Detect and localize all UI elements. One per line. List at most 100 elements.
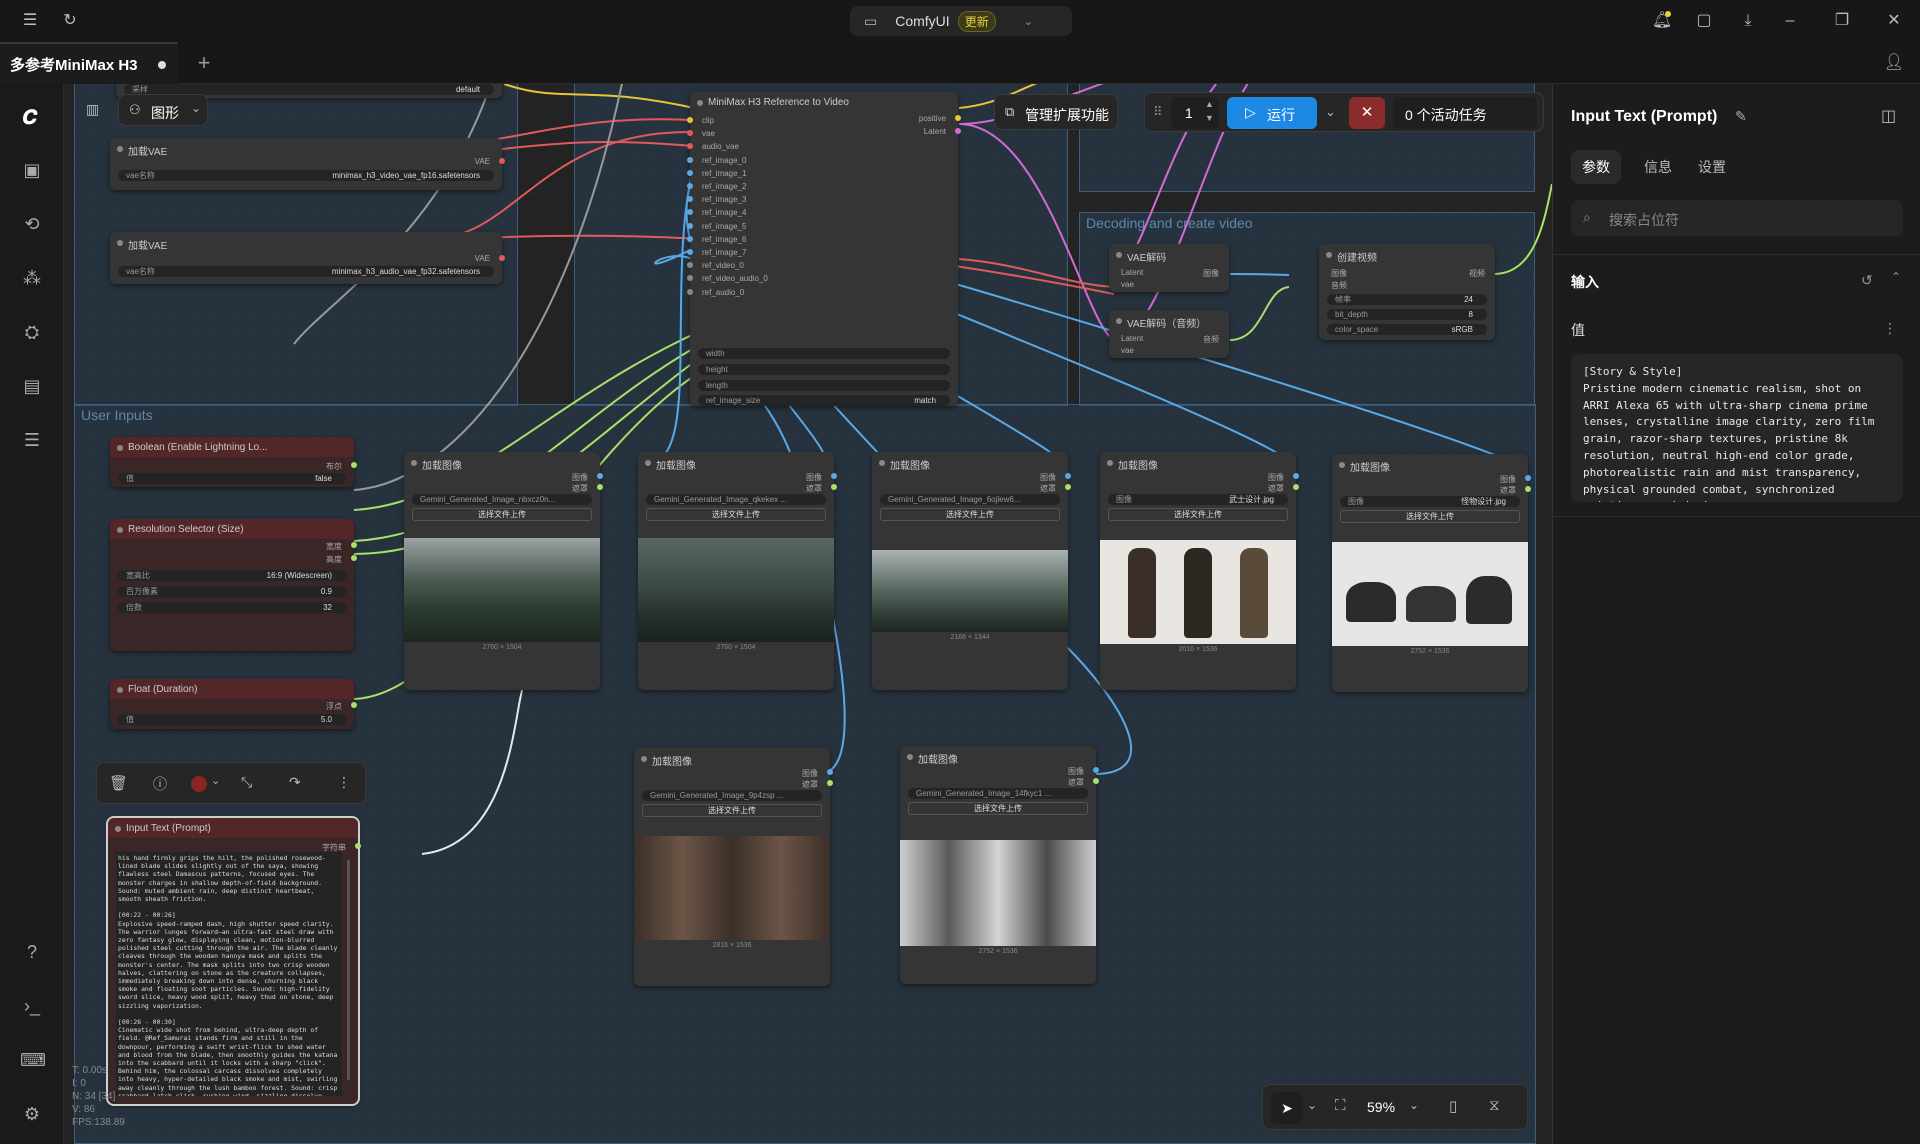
prompt-value-textarea[interactable]: [Story & Style] Pristine modern cinemati… [1571,354,1903,502]
collapse-icon[interactable]: ⤡ [241,774,252,791]
upload-button[interactable]: 选择文件上传 [412,508,592,521]
output-socket[interactable] [1093,767,1099,773]
toggle-panel-icon[interactable]: ◫ [1881,106,1896,126]
active-tasks-button[interactable]: 0 个活动任务 [1393,97,1537,129]
output-socket[interactable] [831,484,837,490]
output-socket[interactable] [827,769,833,775]
hide-links-icon[interactable]: ⧖ [1489,1097,1500,1114]
settings-gear-icon[interactable]: ⚙ [20,1102,44,1126]
more-icon[interactable]: ⋮ [337,774,351,791]
input-socket-ref-image-7[interactable] [687,249,693,255]
image-file-widget[interactable]: Gemini_Generated_Image_nbxcz0n... [412,494,592,505]
batch-count-input[interactable]: 1 ▲ ▼ [1171,97,1219,129]
run-options-chevron-icon[interactable]: ⌄ [1325,104,1336,120]
bit-depth-widget[interactable]: bit_depth 8 [1327,309,1487,320]
image-gallery-icon[interactable]: ▣ [20,158,44,182]
image-file-widget[interactable]: Gemini_Generated_Image_9p4zsp ... [642,790,822,801]
download-icon[interactable]: ⤓ [1736,9,1760,33]
ref-image-size-widget[interactable]: ref_image_size match [698,395,950,406]
input-socket-clip[interactable] [687,117,693,123]
duration-widget[interactable]: 值 5.0 [118,714,346,725]
close-window-icon[interactable]: ✕ [1882,9,1906,33]
output-socket[interactable] [355,843,361,849]
restore-icon[interactable]: ❐ [1830,9,1854,33]
fit-view-icon[interactable]: ⛶ [1335,1097,1346,1114]
upload-button[interactable]: 选择文件上传 [908,802,1088,815]
layout-icon[interactable]: ▥ [86,101,99,118]
panel-toggle[interactable]: ▥ [76,94,110,126]
workspace-selector[interactable]: ▭ ComfyUI 更新 ⌄ [850,6,1072,36]
queue-icon[interactable]: ☰ [20,428,44,452]
workflows-icon[interactable]: ⛭ [20,320,44,344]
info-icon[interactable]: ⓘ [153,774,167,794]
comfy-logo-icon[interactable]: 𝑪 [18,106,42,130]
output-socket[interactable] [351,542,357,548]
output-socket[interactable] [597,484,603,490]
boolean-value-toggle[interactable]: 值 false [118,473,346,484]
input-socket-ref-video-0[interactable] [687,262,693,269]
upload-button[interactable]: 选择文件上传 [646,508,826,521]
output-socket[interactable] [1065,473,1071,479]
reset-icon[interactable]: ↺ [1861,272,1873,289]
help-icon[interactable]: ? [20,940,44,964]
templates-icon[interactable]: ▤ [20,374,44,398]
node-load-image-1[interactable]: 加载图像 图像 遮罩 Gemini_Generated_Image_nbxcz0… [404,452,603,690]
trash-icon[interactable]: 🗑︎ [109,774,128,792]
node-load-image-7[interactable]: 加载图像 图像 遮罩 Gemini_Generated_Image_14fkyc… [900,746,1099,984]
prompt-textarea[interactable]: his hand firmly grips the hilt, the poli… [116,852,342,1096]
image-file-widget[interactable]: Gemini_Generated_Image_qkekex ... [646,494,826,505]
node-canvas[interactable]: Decoding and create video User Inputs 采样… [64,84,1552,1144]
image-file-widget[interactable]: Gemini_Generated_Image_14fkyc1 ... [908,788,1088,799]
chevron-down-icon[interactable]: ⌄ [211,774,220,787]
upload-button[interactable]: 选择文件上传 [1340,510,1520,523]
node-input-text-prompt[interactable]: Input Text (Prompt) 字符串 his hand firmly … [106,816,361,1106]
menu-icon[interactable]: ☰ [18,9,42,33]
user-icon[interactable]: 👤︎ [1882,51,1906,75]
output-socket[interactable] [1065,484,1071,490]
manage-extensions-button[interactable]: ⧉ 管理扩展功能 [994,94,1118,130]
reload-icon[interactable]: ↻ [58,9,82,33]
chat-icon[interactable]: ▢ [1692,9,1716,33]
output-socket[interactable] [1293,473,1299,479]
new-tab-icon[interactable]: + [192,51,216,75]
height-widget[interactable]: height [698,364,950,375]
node-boolean[interactable]: Boolean (Enable Lightning Lo... 布尔 值 fals… [110,437,357,487]
node-vae-decode-audio[interactable]: VAE解码（音频） Latent vae 音频 [1109,310,1229,358]
output-socket[interactable] [597,473,603,479]
input-socket-ref-image-3[interactable] [687,196,693,203]
width-widget[interactable]: width [698,348,950,359]
node-load-image-6[interactable]: 加载图像 图像 遮罩 Gemini_Generated_Image_9p4zsp… [634,748,833,986]
length-widget[interactable]: length [698,380,950,391]
more-vertical-icon[interactable]: ⋮ [1883,320,1897,337]
chevron-up-icon[interactable]: ⌃ [1891,270,1901,284]
input-socket-audio-vae[interactable] [687,143,693,150]
output-socket[interactable] [351,702,357,708]
output-socket[interactable] [1293,484,1299,490]
color-picker-icon[interactable] [191,776,207,792]
update-badge[interactable]: 更新 [957,10,996,32]
output-socket[interactable] [955,128,961,134]
node-load-image-4[interactable]: 加载图像 图像 遮罩 图像 武士设计.jpg 选择文件上传 2016 × 1536 [1100,452,1299,690]
upload-button[interactable]: 选择文件上传 [1108,508,1288,521]
zoom-level[interactable]: 59% [1367,1099,1395,1115]
chevron-down-icon[interactable]: ⌄ [1307,1098,1317,1112]
minimize-icon[interactable]: – [1778,9,1802,33]
output-socket[interactable] [499,255,505,261]
scrollbar[interactable] [347,860,350,1080]
node-create-video[interactable]: 创建视频 图像 音频 视频 帧率 24 bit_depth 8 color_spac… [1319,244,1495,340]
input-socket-ref-image-4[interactable] [687,209,693,216]
color-space-widget[interactable]: color_space sRGB [1327,324,1487,335]
upload-button[interactable]: 选择文件上传 [642,804,822,817]
workflow-tab[interactable]: 多参考MiniMax H3 [0,42,178,84]
terminal-icon[interactable]: ›_ [20,994,44,1018]
node-load-image-2[interactable]: 加载图像 图像 遮罩 Gemini_Generated_Image_qkekex… [638,452,837,690]
image-file-widget[interactable]: 图像 武士设计.jpg [1108,494,1288,505]
output-socket[interactable] [499,158,505,164]
input-socket-ref-image-0[interactable] [687,156,693,163]
vae-name-widget[interactable]: vae名称 minimax_h3_audio_vae_fp32.safetenso… [118,266,494,277]
input-socket-ref-audio-0[interactable] [687,288,693,295]
graph-mode-button[interactable]: ⚇ 图形 ⌄ [118,94,208,126]
output-socket[interactable] [351,555,357,561]
node-vae-decode[interactable]: VAE解码 Latent vae 图像 [1109,244,1229,292]
vae-name-widget[interactable]: vae名称 minimax_h3_video_vae_fp16.safetenso… [118,170,494,181]
